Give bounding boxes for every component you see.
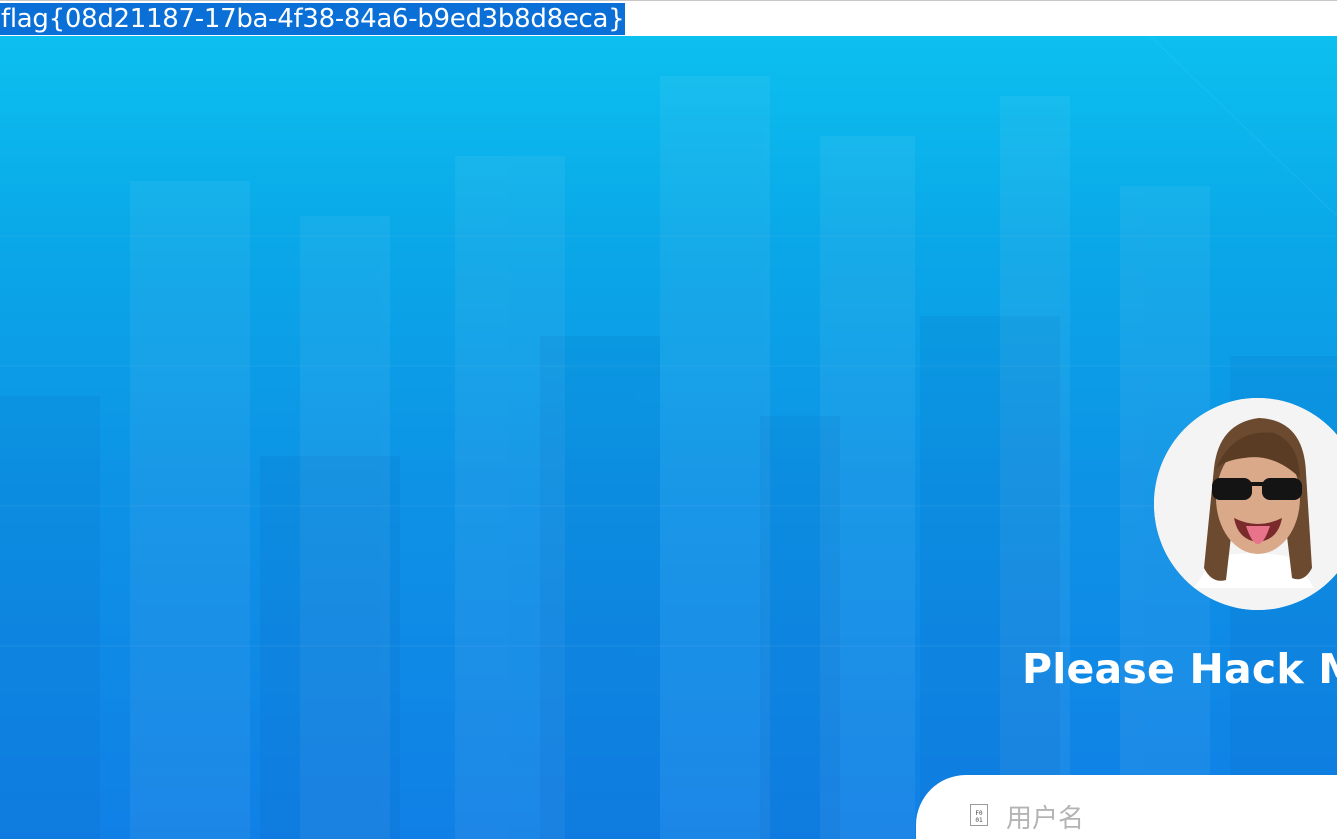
broken-image-icon: F0 01: [970, 804, 988, 826]
flag-text: flag{08d21187-17ba-4f38-84a6-b9ed3b8d8ec…: [0, 3, 626, 35]
username-field-container: F0 01: [916, 775, 1337, 839]
username-input[interactable]: [1006, 799, 1336, 839]
avatar-image: [1154, 398, 1337, 610]
avatar: [1154, 398, 1337, 610]
page-title: Please Hack Me: [1022, 645, 1337, 693]
top-bar: flag{08d21187-17ba-4f38-84a6-b9ed3b8d8ec…: [0, 0, 1337, 36]
city-skyline-background: [0, 36, 1337, 839]
hero-background: Please Hack Me F001: [0, 36, 1337, 839]
